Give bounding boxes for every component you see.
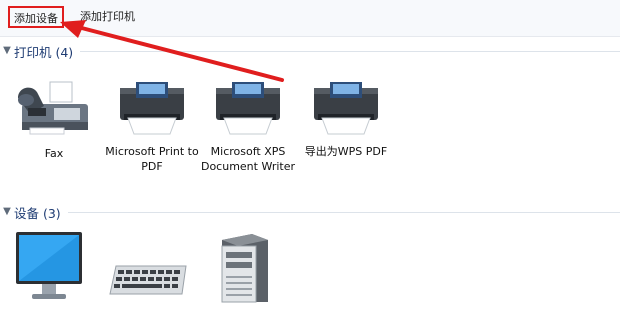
device-item-monitor[interactable]: [12, 226, 86, 302]
device-item-keyboard[interactable]: [108, 262, 190, 298]
chevron-down-icon[interactable]: ▼: [2, 205, 12, 219]
section-divider: [68, 212, 620, 213]
devices-section-header[interactable]: ▼ 设备 (3): [0, 203, 620, 221]
printer-label: 导出为WPS PDF: [304, 145, 388, 158]
printers-section-header[interactable]: ▼ 打印机 (4): [0, 42, 620, 60]
keyboard-icon: [109, 265, 187, 295]
printer-icon: [314, 82, 378, 135]
fax-icon: [18, 81, 88, 135]
printer-label: Fax: [44, 147, 64, 160]
monitor-icon: [16, 232, 82, 299]
printer-item-print-to-pdf[interactable]: Microsoft Print to PDF: [104, 78, 200, 174]
printer-label: Microsoft Print to PDF: [105, 145, 199, 173]
printer-icon: [216, 82, 280, 135]
printer-icon: [120, 82, 184, 135]
section-divider: [80, 51, 620, 52]
devices-section-title: 设备 (3): [14, 206, 61, 221]
printer-item-wps-pdf[interactable]: 导出为WPS PDF: [298, 78, 394, 159]
add-printer-button[interactable]: 添加打印机: [76, 6, 139, 28]
add-device-button[interactable]: 添加设备: [8, 6, 64, 28]
printer-label: Microsoft XPS Document Writer: [200, 145, 296, 173]
command-bar: 添加设备 添加打印机: [0, 0, 620, 37]
printers-section-title: 打印机 (4): [14, 45, 74, 60]
printer-item-fax[interactable]: Fax: [6, 78, 102, 161]
computer-tower-icon: [221, 234, 268, 303]
chevron-down-icon[interactable]: ▼: [2, 44, 12, 58]
device-item-computer[interactable]: [214, 232, 274, 304]
printer-item-xps-writer[interactable]: Microsoft XPS Document Writer: [200, 78, 296, 174]
